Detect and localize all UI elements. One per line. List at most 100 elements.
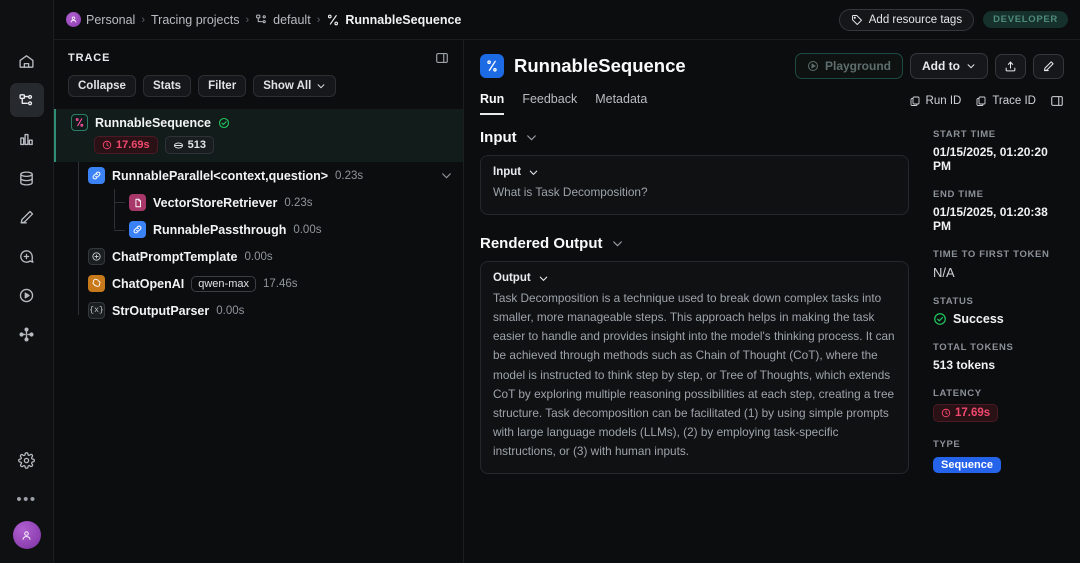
meta-end-time: END TIME 01/15/2025, 01:20:38 PM: [933, 189, 1066, 233]
output-section-header[interactable]: Rendered Output: [480, 235, 909, 252]
detail-panel-toggle-button[interactable]: [1050, 94, 1064, 108]
tree-node-chatprompttemplate[interactable]: ChatPromptTemplate 0.00s: [72, 243, 463, 270]
chevron-down-icon: [538, 273, 549, 284]
copy-run-id-button[interactable]: Run ID: [909, 95, 961, 107]
rail-item-playground[interactable]: [10, 278, 44, 312]
chain-link-icon: [129, 221, 146, 238]
run-meta-sidebar: START TIME 01/15/2025, 01:20:20 PM END T…: [925, 115, 1080, 563]
breadcrumb-item-tracing-projects[interactable]: Tracing projects: [151, 13, 239, 27]
add-to-button[interactable]: Add to: [910, 53, 988, 79]
gear-icon: [18, 451, 35, 469]
stats-button[interactable]: Stats: [142, 75, 192, 97]
rail-item-annotation[interactable]: [10, 200, 44, 234]
share-button[interactable]: [995, 53, 1026, 79]
breadcrumb-item-runnablesequence[interactable]: RunnableSequence: [326, 13, 461, 27]
tree-node-runnablepassthrough[interactable]: RunnablePassthrough 0.00s: [72, 216, 463, 243]
tree-node-duration: 17.46s: [262, 277, 298, 290]
tab-metadata[interactable]: Metadata: [595, 92, 647, 115]
rail-user-avatar[interactable]: [12, 521, 41, 549]
string-parser-icon: {x}: [88, 302, 105, 319]
sequence-icon: [480, 54, 504, 78]
breadcrumb-item-default[interactable]: default: [255, 13, 311, 27]
breadcrumb-separator: ›: [245, 13, 250, 26]
breadcrumb-label-default: default: [273, 12, 311, 27]
rail-item-settings[interactable]: [10, 443, 44, 477]
sequence-icon: [328, 14, 339, 25]
copy-icon: [976, 96, 986, 106]
rail-item-prompts[interactable]: [10, 239, 44, 273]
play-circle-icon: [807, 61, 818, 71]
input-card: Input What is Task Decomposition?: [480, 155, 909, 216]
model-chip: qwen-max: [191, 275, 256, 292]
filter-button[interactable]: Filter: [198, 75, 247, 97]
rail-item-tracing-projects[interactable]: [9, 83, 44, 117]
meta-type-label: TYPE: [933, 439, 961, 450]
collapse-button[interactable]: Collapse: [68, 75, 136, 97]
show-all-dropdown[interactable]: Show All: [253, 75, 337, 97]
tree-node-chatopenai[interactable]: ChatOpenAI qwen-max 17.46s: [72, 270, 463, 297]
tab-feedback[interactable]: Feedback: [522, 92, 577, 115]
token-icon: [173, 142, 183, 148]
body-split: TRACE Collapse Stats Filter Show All Run…: [54, 40, 1080, 563]
tree-node-runnablesequence-root[interactable]: RunnableSequence: [54, 109, 463, 136]
detail-header: RunnableSequence Playground Add to Run F…: [464, 40, 1080, 115]
tree-node-stroutputparser[interactable]: {x} StrOutputParser 0.00s: [72, 297, 463, 324]
breadcrumb-item-personal[interactable]: Personal: [66, 12, 135, 27]
playground-play-icon: [19, 288, 34, 302]
tree-node-vectorstoreretriever[interactable]: VectorStoreRetriever 0.23s: [72, 189, 463, 216]
check-circle-icon: [933, 312, 947, 326]
meta-type: TYPE Sequence: [933, 439, 1066, 473]
meta-latency-value: 17.69s: [955, 407, 991, 419]
tree-node-label: RunnableSequence: [95, 115, 211, 130]
input-card-header[interactable]: Input: [493, 166, 896, 178]
output-card-text: Task Decomposition is a technique used t…: [493, 291, 895, 458]
app-root: ••• Personal › Tracing projects › defaul…: [0, 0, 1080, 563]
collapse-node-button[interactable]: [440, 169, 453, 182]
edit-button[interactable]: [1033, 53, 1064, 79]
meta-end-time-label: END TIME: [933, 189, 984, 200]
page-title: RunnableSequence: [514, 55, 686, 76]
rail-item-datasets[interactable]: [10, 161, 44, 195]
meta-ttft-label: TIME TO FIRST TOKEN: [933, 249, 1050, 260]
playground-button[interactable]: Playground: [794, 53, 903, 79]
filter-label: Filter: [208, 80, 237, 92]
show-all-label: Show All: [263, 80, 312, 92]
copy-trace-id-button[interactable]: Trace ID: [975, 95, 1036, 107]
prompt-template-icon: [88, 248, 105, 265]
meta-latency: LATENCY 17.69s: [933, 388, 1066, 423]
input-section-header[interactable]: Input: [480, 129, 909, 146]
meta-tokens-label: TOTAL TOKENS: [933, 342, 1014, 353]
pencil-icon: [1043, 60, 1054, 71]
meta-tokens-value: 513 tokens: [933, 358, 996, 372]
input-card-label: Input: [493, 166, 522, 178]
status-badge: Success: [933, 312, 1066, 326]
rail-item-more[interactable]: •••: [16, 482, 36, 516]
meta-start-time: START TIME 01/15/2025, 01:20:20 PM: [933, 129, 1066, 173]
collapse-label: Collapse: [78, 80, 126, 92]
tree-node-runnableparallel[interactable]: RunnableParallel<context,question> 0.23s: [72, 162, 463, 189]
chevron-down-icon: [967, 64, 975, 69]
breadcrumb-separator: ›: [141, 13, 146, 26]
breadcrumb-label-personal: Personal: [86, 12, 136, 27]
add-resource-tags-button[interactable]: Add resource tags: [838, 8, 975, 31]
tab-run[interactable]: Run: [480, 92, 505, 115]
chain-link-icon: [88, 167, 105, 184]
run-detail-panel: RunnableSequence Playground Add to Run F…: [464, 40, 1080, 563]
chevron-down-icon: [317, 84, 325, 89]
tree-node-label: RunnablePassthrough: [153, 222, 287, 237]
panel-layout-icon: [436, 53, 448, 63]
add-resource-tags-label: Add resource tags: [868, 13, 963, 26]
tab-run-label: Run: [480, 92, 505, 106]
trace-panel-layout-button[interactable]: [435, 51, 449, 65]
chevron-down-icon: [611, 237, 624, 250]
home-icon: [19, 54, 34, 68]
chevron-down-icon: [528, 167, 539, 178]
panel-layout-icon: [1051, 96, 1063, 106]
tree-node-label: ChatOpenAI: [112, 276, 185, 291]
rail-item-monitor[interactable]: [10, 122, 44, 156]
breadcrumb-label-tracing-projects: Tracing projects: [151, 12, 240, 27]
rail-item-deployments[interactable]: [10, 317, 44, 351]
output-card-header[interactable]: Output: [493, 272, 896, 284]
meta-latency-label: LATENCY: [933, 388, 982, 399]
rail-item-home[interactable]: [10, 44, 44, 78]
